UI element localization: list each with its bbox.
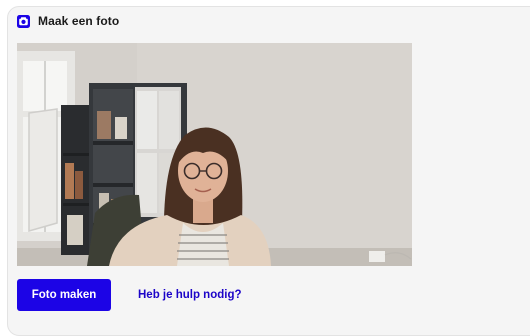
panel-title: Maak een foto xyxy=(38,14,120,28)
help-link[interactable]: Heb je hulp nodig? xyxy=(138,289,242,301)
take-photo-button[interactable]: Foto maken xyxy=(17,279,111,311)
panel-header: Maak een foto xyxy=(17,14,119,28)
camera-preview xyxy=(17,43,412,266)
camera-icon xyxy=(17,14,30,28)
action-bar: Foto maken Heb je hulp nodig? xyxy=(17,279,242,311)
